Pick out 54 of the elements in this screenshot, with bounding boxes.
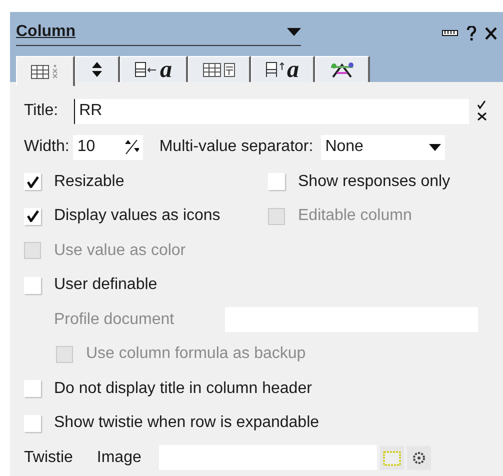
field-label: Title:	[24, 101, 58, 121]
dropdown-arrow-icon	[429, 144, 442, 151]
checkbox-label: Show twistie when row is expandable	[54, 413, 320, 434]
input-value: 10	[77, 137, 96, 158]
formula-button[interactable]	[406, 446, 431, 470]
checkbox-label: User definable	[54, 275, 158, 296]
sort-icon	[90, 60, 104, 78]
check-icon	[26, 210, 38, 222]
close-icon[interactable]	[485, 26, 497, 40]
width-input[interactable]: 10	[73, 134, 144, 160]
checkbox-label: Editable column	[298, 206, 412, 226]
tab[interactable]: a	[251, 56, 315, 82]
checkbox-label: Use column formula as backup	[86, 344, 306, 364]
spinner-icon[interactable]	[123, 139, 140, 156]
checkbox[interactable]	[24, 208, 41, 225]
dropdown-arrow-icon[interactable]	[287, 28, 301, 36]
checkbox[interactable]	[24, 173, 41, 190]
check-icon	[26, 176, 38, 188]
panel-title: Column	[16, 22, 77, 42]
title-input[interactable]: RR	[74, 98, 469, 124]
checkbox[interactable]	[24, 380, 41, 398]
checkbox-label: Do not display title in column header	[54, 378, 312, 399]
tab[interactable]: a	[120, 56, 188, 82]
field-label: Profile document	[54, 310, 176, 330]
checkbox-label: Show responses only	[298, 172, 450, 192]
separator-dropdown[interactable]: None	[321, 134, 446, 160]
help-icon[interactable]	[466, 26, 477, 40]
checkbox-label: Display values as icons	[54, 206, 220, 226]
gear-icon	[412, 450, 426, 465]
tab-label: a	[160, 58, 172, 82]
checkbox[interactable]	[268, 173, 285, 190]
field-label: Width:	[24, 137, 70, 158]
style-icon	[203, 60, 235, 78]
value-icon	[135, 60, 157, 78]
checkbox[interactable]	[24, 414, 41, 432]
field-label: Image	[96, 448, 142, 468]
image-frame-icon	[382, 450, 401, 466]
confirm-cancel-icon[interactable]	[475, 100, 489, 122]
input-value: RR	[79, 101, 102, 121]
checkbox[interactable]	[24, 276, 41, 294]
column-info-icon	[31, 62, 59, 80]
checkbox-label: Resizable	[54, 172, 124, 192]
tab[interactable]	[315, 56, 370, 82]
tab[interactable]	[16, 56, 75, 86]
header-icon	[266, 60, 284, 78]
checkbox-label: Use value as color	[54, 240, 186, 261]
field-label: Twistie	[24, 448, 73, 468]
tab[interactable]	[75, 56, 120, 82]
tab-label: a	[287, 58, 299, 82]
field-label: Multi-value separator:	[159, 137, 314, 158]
tab[interactable]	[188, 56, 251, 82]
dropdown-value: None	[325, 137, 364, 158]
ruler-icon[interactable]	[442, 30, 458, 36]
advanced-icon	[330, 60, 354, 78]
